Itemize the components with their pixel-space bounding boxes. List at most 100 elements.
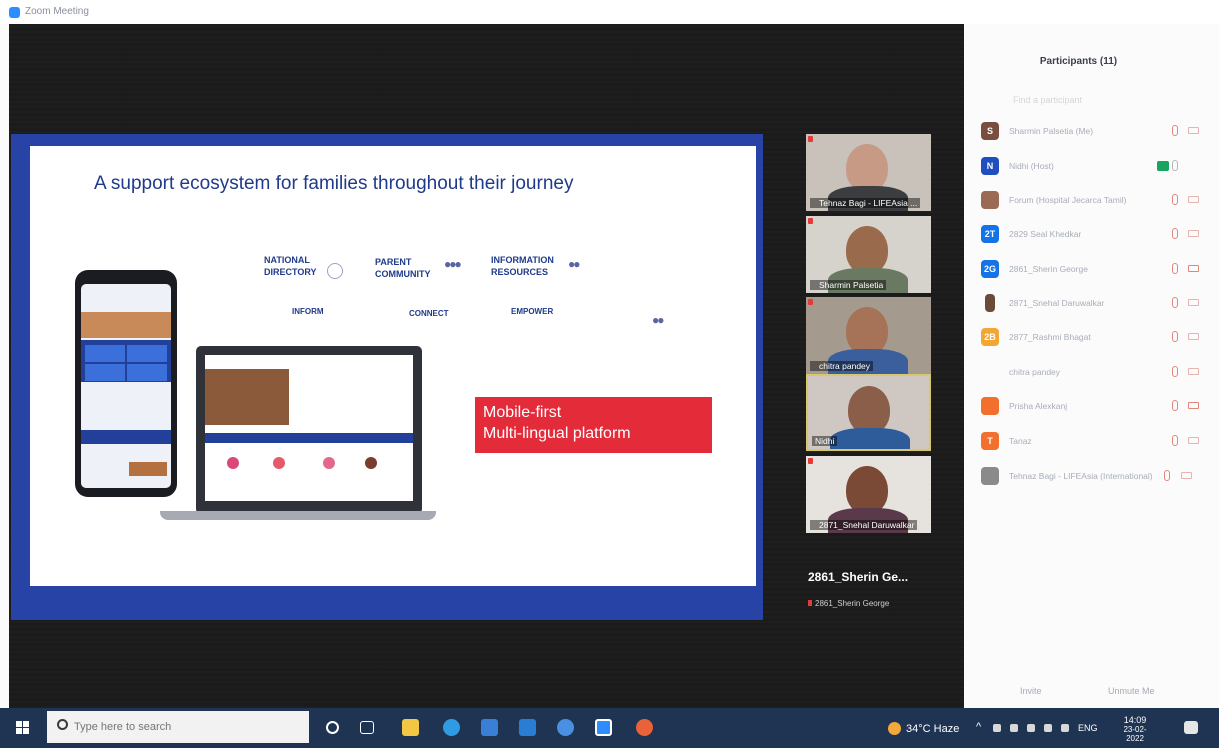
tile-name: 2871_Snehal Daruwalkar <box>810 520 918 530</box>
laptop-nav-strip <box>205 433 413 443</box>
feature-parent-community: PARENT COMMUNITY <box>375 257 431 279</box>
muted-mic-icon[interactable] <box>1172 366 1178 377</box>
unmute-me-button[interactable]: Unmute Me <box>1108 686 1155 696</box>
people-icon: ●● <box>652 313 664 327</box>
tile-name: Tehnaz Bagi - LIFEAsia ... <box>810 198 921 208</box>
search-icon <box>57 719 68 730</box>
video-off-icon[interactable] <box>1188 368 1199 375</box>
avatar <box>981 363 999 381</box>
video-tile[interactable]: chitra pandey <box>806 297 931 374</box>
participant-name: Forum (Hospital Jecarca Tamil) <box>1009 195 1127 205</box>
feature-national-directory: NATIONAL DIRECTORY <box>264 255 317 277</box>
participant-face <box>846 307 888 355</box>
mic-icon[interactable] <box>1172 160 1178 171</box>
laptop-feature-icon <box>273 457 285 469</box>
video-off-icon[interactable] <box>1188 333 1199 340</box>
participant-row[interactable]: 2G 2861_Sherin George <box>981 260 1206 280</box>
participant-name: 2877_Rashmi Bhagat <box>1009 332 1091 342</box>
wifi-icon[interactable] <box>1044 724 1052 732</box>
laptop-mockup <box>196 346 422 514</box>
video-tile-active-speaker[interactable]: Nidhi <box>806 374 931 451</box>
battery-icon[interactable] <box>1027 724 1035 732</box>
avatar <box>981 467 999 485</box>
muted-mic-icon[interactable] <box>1172 435 1178 446</box>
video-off-icon[interactable] <box>1188 196 1199 203</box>
laptop-feature-icon <box>323 457 335 469</box>
mic-tray-icon[interactable] <box>1010 724 1018 732</box>
muted-mic-icon <box>808 458 813 464</box>
participant-row[interactable]: 2B 2877_Rashmi Bhagat <box>981 328 1206 348</box>
video-off-icon[interactable] <box>1188 402 1199 409</box>
chrome-icon[interactable] <box>557 719 574 736</box>
participant-row[interactable]: 2T 2829 Seal Khedkar <box>981 225 1206 245</box>
edge-icon[interactable] <box>443 719 460 736</box>
muted-mic-icon[interactable] <box>1172 297 1178 308</box>
active-speaker-sub: 2861_Sherin George <box>815 599 890 608</box>
video-off-icon[interactable] <box>1188 437 1199 444</box>
network-icon[interactable] <box>993 724 1001 732</box>
chevron-up-icon[interactable]: ^ <box>976 721 981 733</box>
notification-icon[interactable] <box>1184 721 1198 734</box>
muted-mic-icon[interactable] <box>1172 263 1178 274</box>
mail-icon[interactable] <box>519 719 536 736</box>
participant-row[interactable]: chitra pandey <box>981 363 1206 383</box>
cortana-icon[interactable] <box>326 721 339 734</box>
participant-name: chitra pandey <box>1009 367 1061 377</box>
weather-text[interactable]: 34°C Haze <box>906 723 959 735</box>
participant-name: Tanaz <box>1009 436 1032 446</box>
windows-start-icon[interactable] <box>16 721 29 734</box>
file-explorer-icon[interactable] <box>402 719 419 736</box>
slide-title: A support ecosystem for families through… <box>94 173 574 194</box>
video-off-icon[interactable] <box>1188 299 1199 306</box>
laptop-hero-image <box>205 369 289 425</box>
muted-mic-icon[interactable] <box>1172 125 1178 136</box>
store-icon[interactable] <box>481 719 498 736</box>
invite-button[interactable]: Invite <box>1020 686 1042 696</box>
participant-row[interactable]: Forum (Hospital Jecarca Tamil) <box>981 191 1206 211</box>
search-input[interactable] <box>74 718 294 736</box>
weather-icon[interactable] <box>888 722 901 735</box>
participant-name: Prisha Alexkanj <box>1009 401 1068 411</box>
participant-row[interactable]: N Nidhi (Host) <box>981 157 1206 177</box>
phone-menu-panel <box>81 340 171 382</box>
muted-mic-icon[interactable] <box>1172 228 1178 239</box>
participant-search[interactable]: Find a participant <box>1013 95 1082 105</box>
muted-mic-icon <box>808 600 812 606</box>
directory-icon <box>327 263 343 279</box>
participant-row[interactable]: Tehnaz Bagi - LIFEAsia (International) <box>981 467 1206 487</box>
muted-mic-icon[interactable] <box>1164 470 1170 481</box>
taskbar-search[interactable] <box>47 711 309 743</box>
participant-face <box>848 386 890 434</box>
video-off-icon[interactable] <box>1188 230 1199 237</box>
video-off-icon[interactable] <box>1181 472 1192 479</box>
clock[interactable]: 14:09 23-02-2022 <box>1115 715 1155 743</box>
zoom-taskbar-icon[interactable] <box>595 719 612 736</box>
video-off-icon[interactable] <box>1188 265 1199 272</box>
muted-mic-icon[interactable] <box>1172 331 1178 342</box>
laptop-base <box>160 511 436 520</box>
avatar <box>981 397 999 415</box>
laptop-feature-icon <box>365 457 377 469</box>
resources-icon: ●● <box>568 257 580 271</box>
participant-name: Nidhi (Host) <box>1009 161 1054 171</box>
muted-mic-icon[interactable] <box>1172 194 1178 205</box>
laptop-screen <box>205 355 413 501</box>
language-indicator[interactable]: ENG <box>1078 723 1098 733</box>
phone-tile <box>127 364 167 381</box>
participant-name: 2861_Sherin George <box>1009 264 1088 274</box>
mobile-first-callout: Mobile-first Multi-lingual platform <box>475 397 712 453</box>
participant-row[interactable]: T Tanaz <box>981 432 1206 452</box>
muted-mic-icon[interactable] <box>1172 400 1178 411</box>
volume-icon[interactable] <box>1061 724 1069 732</box>
video-tile[interactable]: 2871_Snehal Daruwalkar <box>806 456 931 533</box>
paint-icon[interactable] <box>636 719 653 736</box>
task-view-icon[interactable] <box>360 721 374 734</box>
participant-row[interactable]: S Sharmin Palsetia (Me) <box>981 122 1206 142</box>
participant-row[interactable]: 2871_Snehal Daruwalkar <box>981 294 1206 314</box>
muted-mic-icon <box>808 299 813 305</box>
avatar <box>981 191 999 209</box>
participant-row[interactable]: Prisha Alexkanj <box>981 397 1206 417</box>
video-tile[interactable]: Sharmin Palsetia <box>806 216 931 293</box>
video-tile[interactable]: Tehnaz Bagi - LIFEAsia ... <box>806 134 931 211</box>
video-off-icon[interactable] <box>1188 127 1199 134</box>
